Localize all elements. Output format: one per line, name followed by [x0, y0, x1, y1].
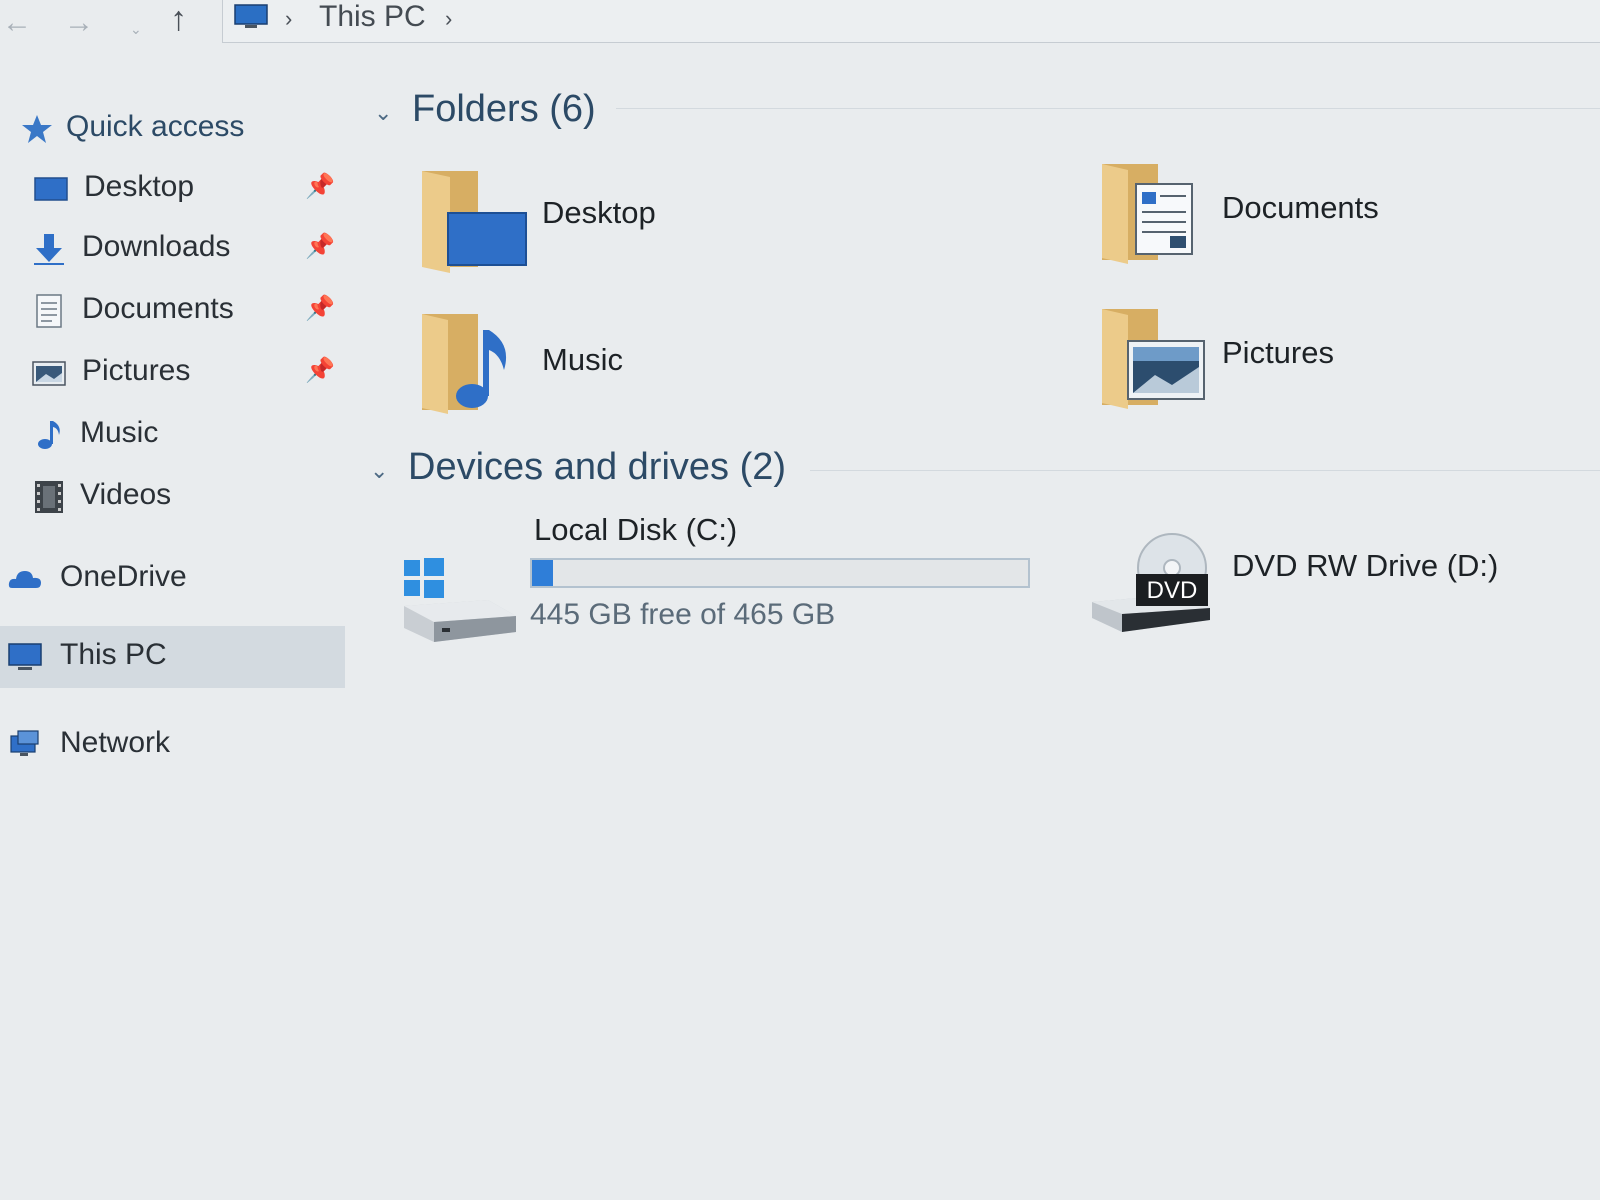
back-arrow-icon[interactable]: ← [2, 8, 32, 38]
document-icon [36, 294, 62, 328]
cloud-icon [8, 571, 42, 588]
navigation-pane: Quick access Desktop 📌 Downloads 📌 Docum… [0, 90, 345, 850]
sidebar-item-label: Downloads [82, 230, 231, 263]
hard-drive-icon [404, 558, 516, 642]
dvd-drive-icon: DVD [1092, 533, 1210, 632]
drive-label: DVD RW Drive (D:) [1232, 548, 1499, 583]
film-strip-icon [35, 481, 63, 513]
section-divider [810, 470, 1600, 471]
sidebar-item-music[interactable]: Music [0, 408, 345, 460]
up-arrow-icon[interactable]: ↑ [170, 2, 187, 36]
desktop-icon [34, 177, 68, 201]
section-divider [616, 108, 1600, 109]
pictures-folder-icon [1102, 309, 1205, 409]
sidebar-item-label: Quick access [66, 110, 245, 143]
sidebar-item-label: OneDrive [60, 560, 187, 593]
sidebar-item-label: Network [60, 726, 171, 759]
drive-free-space: 445 GB free of 465 GB [530, 598, 836, 631]
folder-tile-desktop[interactable]: Desktop [420, 165, 1020, 285]
this-pc-icon [234, 4, 268, 28]
drive-usage-bar [530, 558, 1030, 588]
music-folder-icon [422, 314, 507, 414]
desktop-folder-icon [422, 171, 527, 273]
star-icon [22, 115, 52, 143]
collapse-chevron-icon[interactable]: ⌄ [374, 100, 392, 126]
download-arrow-icon [34, 234, 64, 265]
dvd-badge: DVD [1147, 577, 1198, 604]
address-path-box[interactable]: › This PC › [222, 0, 1600, 43]
sidebar-item-label: Music [80, 416, 159, 449]
pin-icon[interactable]: 📌 [305, 356, 335, 385]
sidebar-item-downloads[interactable]: Downloads 📌 [0, 222, 345, 274]
recent-locations-chevron-icon[interactable]: ⌄ [130, 14, 142, 44]
section-header-devices[interactable]: Devices and drives (2) [408, 446, 786, 489]
network-icon [10, 730, 39, 756]
folder-label: Pictures [1222, 335, 1334, 370]
collapse-chevron-icon[interactable]: ⌄ [370, 458, 388, 484]
sidebar-item-label: Pictures [82, 354, 191, 387]
sidebar-item-desktop[interactable]: Desktop 📌 [0, 162, 345, 214]
pin-icon[interactable]: 📌 [305, 172, 335, 201]
music-note-icon [38, 421, 60, 449]
folder-label: Documents [1222, 190, 1379, 225]
sidebar-item-label: This PC [60, 638, 167, 671]
folder-tile-documents[interactable]: Documents [1100, 160, 1580, 280]
sidebar-item-label: Desktop [84, 170, 195, 203]
drive-label: Local Disk (C:) [534, 512, 738, 547]
folder-tile-pictures[interactable]: Pictures [1100, 305, 1580, 425]
sidebar-item-onedrive[interactable]: OneDrive [0, 552, 345, 604]
pin-icon[interactable]: 📌 [305, 232, 335, 261]
address-bar: ← → ⌄ ↑ › This PC › [0, 0, 1600, 50]
folder-tile-music[interactable]: Music [420, 310, 1020, 430]
breadcrumb-chevron-icon[interactable]: › [445, 6, 452, 32]
forward-arrow-icon[interactable]: → [64, 8, 94, 38]
folder-label: Desktop [542, 195, 656, 230]
folder-label: Music [542, 342, 623, 377]
sidebar-item-quick-access[interactable]: Quick access [0, 102, 345, 154]
sidebar-item-documents[interactable]: Documents 📌 [0, 284, 345, 336]
sidebar-item-videos[interactable]: Videos [0, 470, 345, 522]
picture-icon [32, 361, 66, 386]
documents-folder-icon [1102, 164, 1193, 264]
pin-icon[interactable]: 📌 [305, 294, 335, 323]
breadcrumb-this-pc[interactable]: This PC [319, 0, 426, 34]
sidebar-item-network[interactable]: Network [0, 718, 345, 770]
drive-usage-fill [532, 560, 554, 586]
sidebar-item-pictures[interactable]: Pictures 📌 [0, 346, 345, 398]
sidebar-item-this-pc[interactable]: This PC [0, 626, 345, 688]
sidebar-item-label: Videos [80, 478, 172, 511]
breadcrumb-chevron-icon[interactable]: › [285, 6, 292, 32]
sidebar-item-label: Documents [82, 292, 234, 325]
computer-icon [8, 643, 42, 670]
section-header-folders[interactable]: Folders (6) [412, 88, 596, 131]
